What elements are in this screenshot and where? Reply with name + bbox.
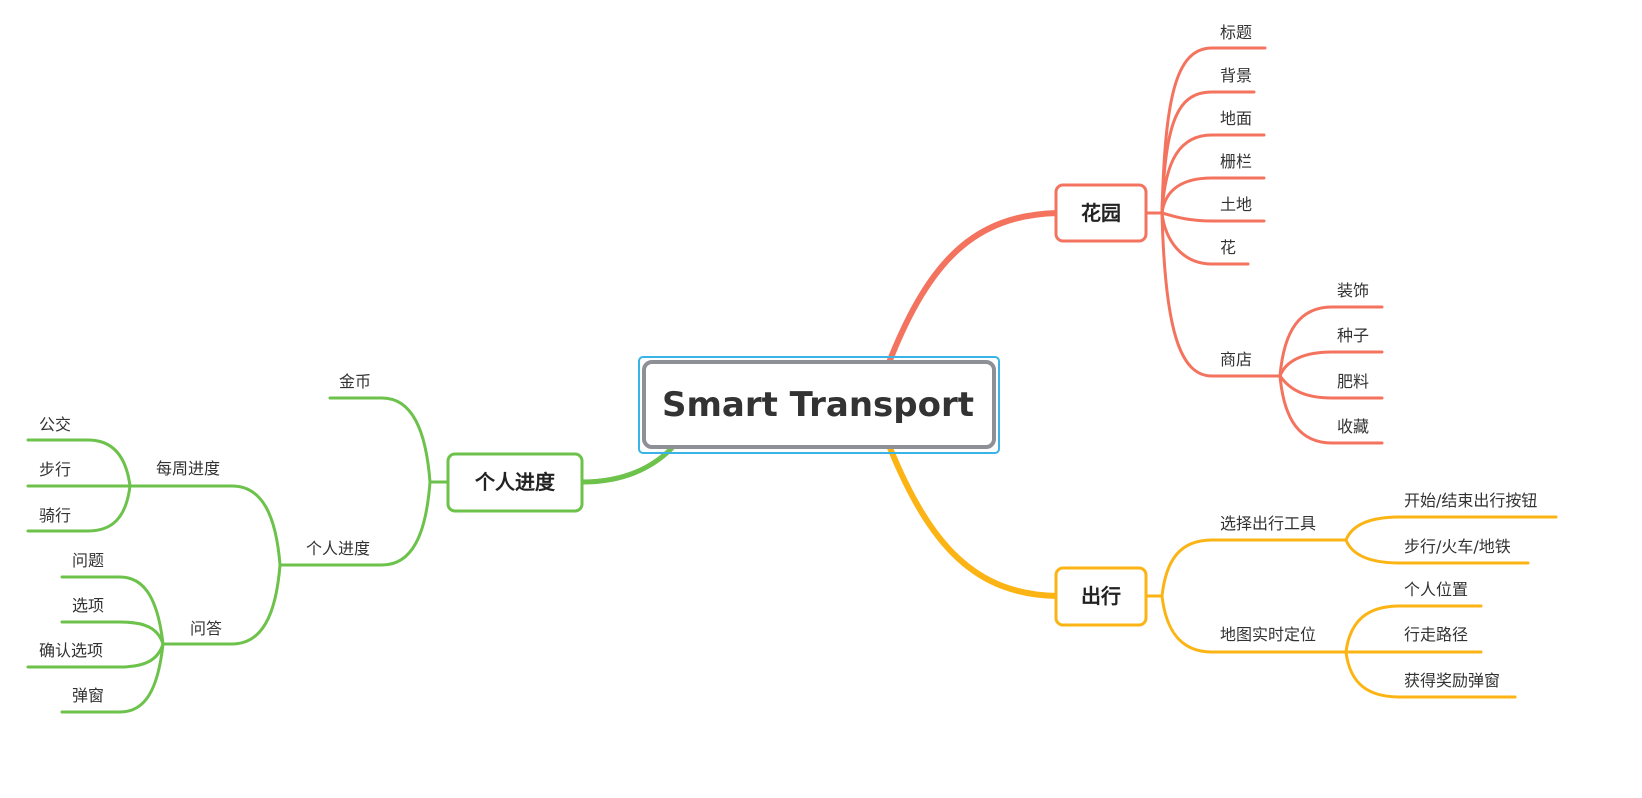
garden-item[interactable]: 土地 [1220, 195, 1252, 214]
progress-weekly-label[interactable]: 每周进度 [156, 459, 220, 478]
progress-qa-label[interactable]: 问答 [190, 619, 222, 638]
garden-item[interactable]: 地面 [1220, 109, 1252, 128]
travel-map-label[interactable]: 地图实时定位 [1220, 625, 1316, 644]
qa-item[interactable]: 确认选项 [39, 641, 103, 660]
travel-tool-label[interactable]: 选择出行工具 [1220, 514, 1316, 533]
qa-item[interactable]: 选项 [72, 596, 104, 615]
travel-map-item[interactable]: 获得奖励弹窗 [1404, 671, 1500, 690]
travel-tool-item[interactable]: 开始/结束出行按钮 [1404, 491, 1537, 510]
weekly-item[interactable]: 步行 [39, 460, 71, 479]
mind-map-canvas: Smart Transport 花园 标题 背景 地面 栅栏 土地 花 商店 装… [26, 23, 1558, 714]
travel-map-item[interactable]: 行走路径 [1404, 625, 1468, 644]
root-topic[interactable]: Smart Transport [638, 356, 1000, 454]
shop-item[interactable]: 种子 [1337, 326, 1369, 345]
connector-sub-weekly [128, 484, 282, 567]
travel-map-item[interactable]: 个人位置 [1404, 580, 1468, 599]
root-topic-label: Smart Transport [662, 385, 974, 425]
garden-connectors [1144, 46, 1282, 378]
connector-progress-coins [328, 396, 450, 484]
branch-progress[interactable]: 个人进度 [446, 452, 584, 513]
branch-progress-label: 个人进度 [474, 470, 556, 494]
progress-coins-label[interactable]: 金币 [339, 372, 371, 391]
shop-item[interactable]: 收藏 [1337, 417, 1369, 436]
branch-travel[interactable]: 出行 [1054, 566, 1148, 627]
garden-item[interactable]: 标题 [1220, 23, 1252, 42]
weekly-item[interactable]: 骑行 [39, 506, 71, 525]
garden-item[interactable]: 栅栏 [1220, 152, 1252, 171]
connector-garden-item [1160, 211, 1266, 223]
shop-item[interactable]: 装饰 [1337, 281, 1369, 300]
connector-travel-tool [1144, 538, 1348, 598]
garden-shop-label[interactable]: 商店 [1220, 350, 1252, 369]
connector-root-travel [887, 445, 1061, 599]
shop-item[interactable]: 肥料 [1337, 372, 1369, 391]
travel-tool-item[interactable]: 步行/火车/地铁 [1404, 537, 1511, 556]
qa-item[interactable]: 问题 [72, 551, 104, 570]
garden-items: 标题 背景 地面 栅栏 土地 花 商店 装饰 种子 肥料 收藏 [1220, 23, 1369, 436]
garden-item[interactable]: 花 [1220, 238, 1236, 257]
garden-item[interactable]: 背景 [1220, 66, 1252, 85]
travel-items: 选择出行工具 开始/结束出行按钮 步行/火车/地铁 地图实时定位 个人位置 行走… [1220, 491, 1537, 690]
progress-items: 金币 个人进度 每周进度 公交 步行 骑行 问答 问题 选项 确认选项 弹窗 [39, 372, 371, 705]
weekly-item[interactable]: 公交 [39, 415, 71, 434]
branch-garden[interactable]: 花园 [1054, 183, 1148, 243]
branch-travel-label: 出行 [1081, 584, 1121, 608]
connector-root-garden [887, 210, 1061, 363]
qa-item[interactable]: 弹窗 [72, 686, 104, 705]
progress-sub-label[interactable]: 个人进度 [306, 539, 370, 558]
branch-garden-label: 花园 [1081, 201, 1121, 225]
